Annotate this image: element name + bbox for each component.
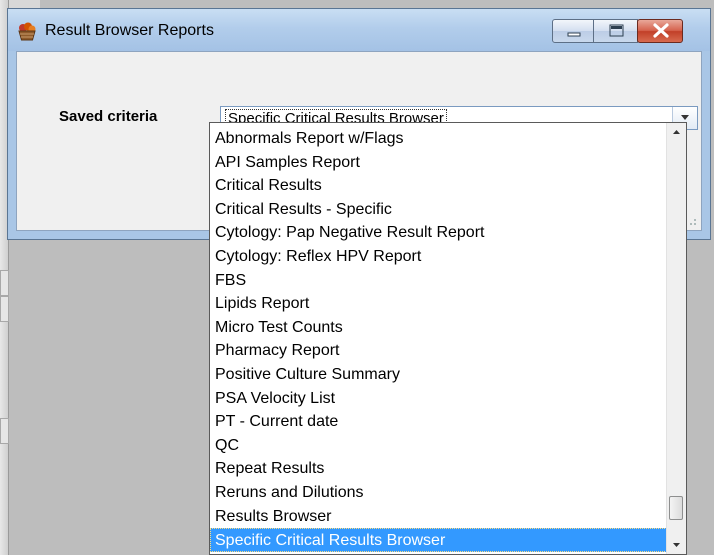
- scroll-up-icon[interactable]: [667, 123, 686, 141]
- resize-grip-icon[interactable]: [687, 216, 697, 226]
- close-icon: [653, 23, 669, 38]
- background-app-control: [0, 270, 9, 296]
- maximize-icon: [609, 24, 624, 37]
- dropdown-option[interactable]: Critical Results - Specific: [210, 198, 667, 222]
- dropdown-option[interactable]: Cytology: Reflex HPV Report: [210, 245, 667, 269]
- dropdown-option[interactable]: Positive Culture Summary: [210, 363, 667, 387]
- maximize-button[interactable]: [593, 19, 638, 43]
- dropdown-option[interactable]: PT - Current date: [210, 410, 667, 434]
- dropdown-option[interactable]: Pharmacy Report: [210, 339, 667, 363]
- window-title: Result Browser Reports: [45, 22, 214, 39]
- background-app-control: [0, 418, 9, 444]
- dropdown-option[interactable]: QC: [210, 434, 667, 458]
- dropdown-option[interactable]: Critical Results: [210, 174, 667, 198]
- dropdown-option[interactable]: Abnormals Report w/Flags: [210, 127, 667, 151]
- dropdown-option[interactable]: Reruns and Dilutions: [210, 481, 667, 505]
- dropdown-options: Abnormals Report w/Flags API Samples Repo…: [210, 127, 667, 552]
- basket-icon: [18, 22, 36, 41]
- dropdown-option[interactable]: Repeat Results: [210, 457, 667, 481]
- saved-criteria-label: Saved criteria: [59, 108, 158, 125]
- background-app-control: [0, 296, 9, 322]
- dropdown-option[interactable]: Results Browser: [210, 505, 667, 529]
- dropdown-option[interactable]: PSA Velocity List: [210, 387, 667, 411]
- vertical-scrollbar[interactable]: [666, 123, 686, 554]
- dropdown-option[interactable]: Lipids Report: [210, 292, 667, 316]
- dropdown-option[interactable]: FBS: [210, 269, 667, 293]
- dropdown-option[interactable]: API Samples Report: [210, 151, 667, 175]
- scroll-down-icon[interactable]: [667, 536, 686, 554]
- dropdown-option[interactable]: Specific Critical Results Browser: [210, 528, 667, 552]
- close-button[interactable]: [637, 19, 683, 43]
- scrollbar-thumb[interactable]: [669, 496, 683, 520]
- minimize-button[interactable]: [552, 19, 594, 43]
- saved-criteria-dropdown-list[interactable]: Abnormals Report w/Flags API Samples Repo…: [209, 122, 687, 555]
- title-bar[interactable]: Result Browser Reports: [8, 9, 710, 51]
- minimize-icon: [567, 32, 581, 37]
- dropdown-option[interactable]: Cytology: Pap Negative Result Report: [210, 221, 667, 245]
- dropdown-option[interactable]: Micro Test Counts: [210, 316, 667, 340]
